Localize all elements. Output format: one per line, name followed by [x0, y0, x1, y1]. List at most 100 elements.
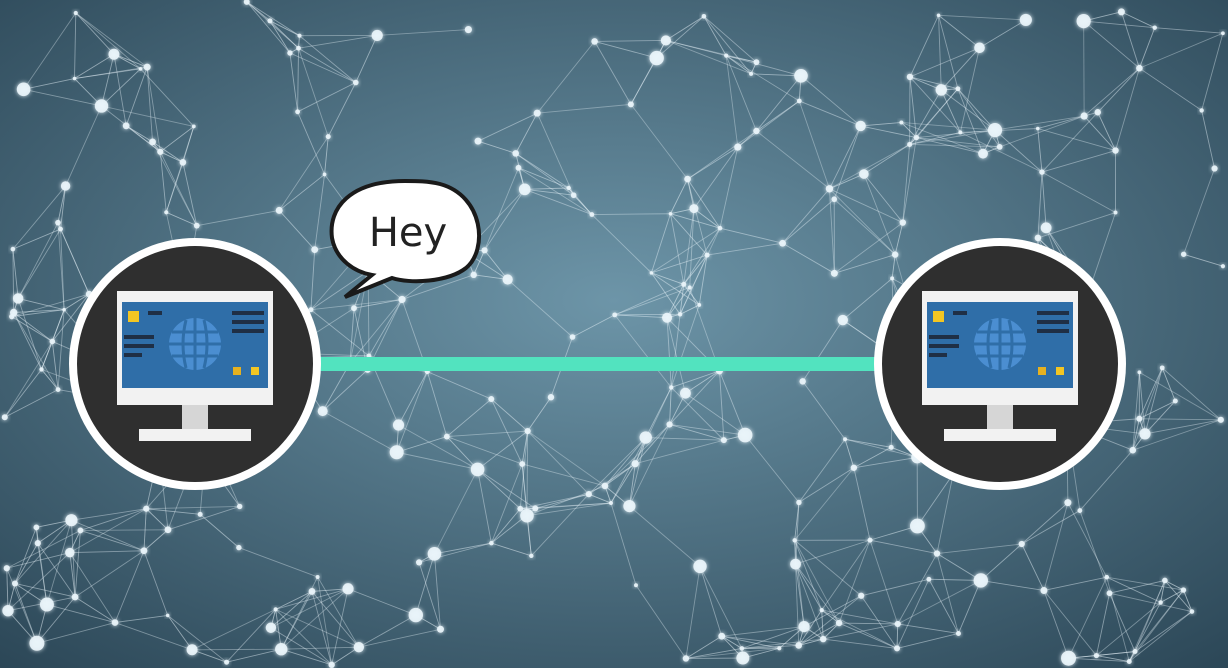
network-node — [415, 559, 423, 566]
network-node — [1040, 222, 1052, 234]
network-node — [753, 59, 760, 66]
network-node — [718, 632, 726, 640]
network-node — [796, 499, 802, 506]
network-node — [71, 593, 79, 601]
network-node — [371, 29, 383, 42]
network-node — [108, 48, 120, 60]
network-node — [9, 308, 18, 317]
network-node — [138, 66, 143, 71]
network-node — [1113, 210, 1118, 215]
network-node — [353, 641, 365, 653]
network-node — [16, 82, 31, 97]
network-node — [481, 247, 488, 254]
network-node — [1117, 8, 1125, 16]
network-node — [978, 148, 988, 159]
network-node — [197, 511, 203, 517]
network-node — [34, 540, 41, 547]
network-node — [689, 204, 699, 214]
network-node — [73, 10, 78, 16]
network-node — [524, 427, 531, 435]
network-node — [987, 123, 1003, 138]
network-node — [1077, 508, 1083, 513]
network-node — [1040, 586, 1048, 594]
network-node — [717, 225, 723, 231]
network-node — [662, 312, 673, 323]
network-node — [1035, 126, 1040, 131]
network-node — [835, 619, 843, 627]
network-node — [322, 172, 327, 177]
network-node — [236, 544, 242, 551]
network-node — [684, 175, 691, 183]
network-node — [666, 421, 673, 428]
network-node — [843, 437, 848, 442]
network-node — [681, 281, 687, 287]
network-node — [697, 303, 702, 307]
network-node — [1180, 587, 1187, 593]
network-node — [1136, 64, 1143, 72]
network-node — [724, 53, 729, 58]
network-node — [639, 431, 652, 444]
network-node — [737, 427, 753, 443]
network-node — [164, 526, 172, 534]
network-node — [693, 559, 707, 574]
network-node — [191, 124, 196, 129]
network-node — [704, 252, 710, 258]
network-node — [633, 583, 638, 588]
network-node — [1158, 600, 1163, 605]
network-node — [1162, 577, 1168, 584]
network-node — [955, 630, 961, 636]
network-node — [179, 159, 187, 166]
speech-bubble-text: Hey — [369, 210, 447, 256]
network-node — [687, 285, 692, 290]
network-node — [1106, 590, 1113, 597]
network-node — [819, 607, 824, 613]
network-node — [831, 196, 838, 203]
network-node — [680, 387, 691, 399]
network-node — [859, 169, 869, 179]
network-node — [55, 387, 61, 393]
network-node — [143, 505, 150, 512]
network-node — [470, 462, 485, 477]
network-node — [265, 622, 277, 633]
network-node — [39, 367, 44, 372]
network-node — [682, 655, 690, 662]
network-node — [736, 651, 750, 665]
network-node — [398, 295, 406, 304]
network-node — [795, 642, 803, 649]
network-node — [899, 120, 904, 125]
network-node — [267, 18, 273, 24]
network-node — [1064, 499, 1072, 507]
network-node — [1159, 365, 1165, 371]
network-node — [1126, 659, 1132, 665]
network-node — [325, 134, 331, 140]
network-node — [820, 635, 827, 643]
network-node — [779, 239, 786, 247]
network-node — [351, 305, 357, 312]
network-node — [532, 505, 539, 512]
network-node — [520, 508, 534, 523]
network-node — [65, 514, 78, 527]
network-node — [907, 141, 913, 147]
network-node — [894, 645, 901, 652]
network-node — [589, 212, 595, 217]
network-node — [668, 211, 673, 216]
network-node — [794, 68, 808, 83]
network-node — [891, 251, 899, 258]
network-node — [533, 109, 541, 117]
network-node — [1211, 165, 1218, 172]
network-node — [798, 620, 810, 633]
network-node — [799, 378, 806, 385]
network-node — [677, 312, 683, 317]
network-node — [352, 79, 359, 86]
network-node — [974, 42, 985, 54]
network-node — [1094, 109, 1101, 116]
network-node — [777, 646, 782, 651]
network-node — [474, 137, 482, 145]
network-node — [186, 644, 198, 656]
network-node — [890, 276, 895, 281]
network-node — [1139, 428, 1151, 440]
network-node — [612, 312, 618, 318]
network-node — [77, 527, 84, 534]
network-node — [529, 553, 534, 559]
network-node — [1039, 169, 1045, 175]
